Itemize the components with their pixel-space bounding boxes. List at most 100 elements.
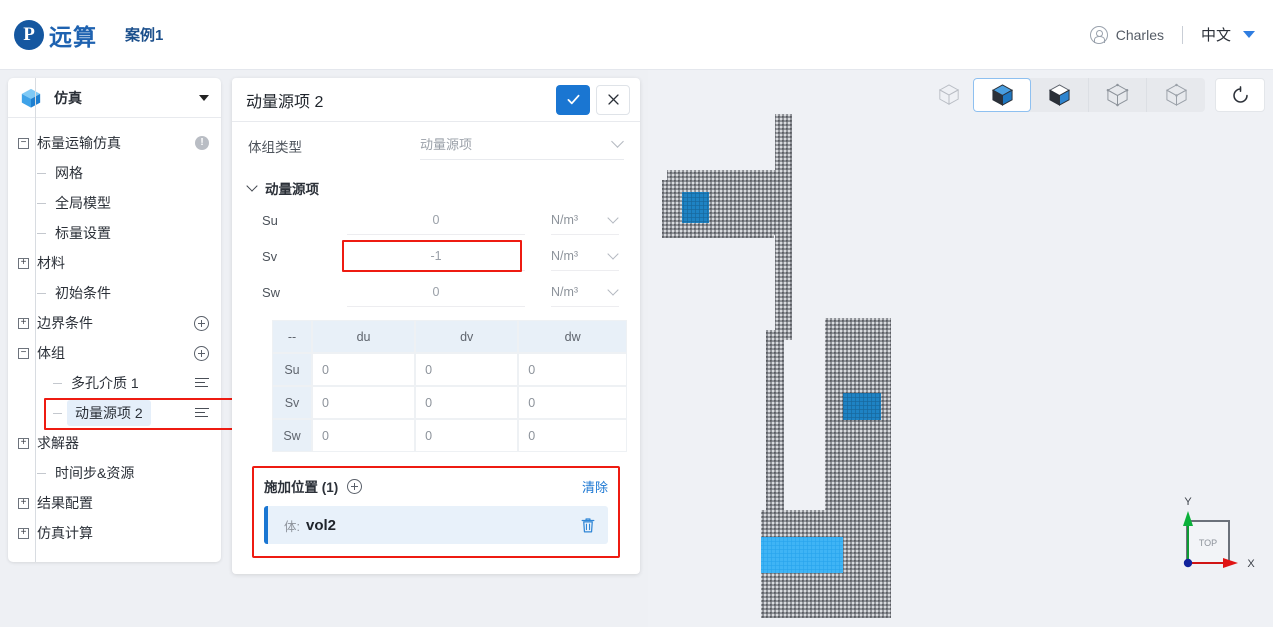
- table-header-row: -- du dv dw: [272, 320, 627, 353]
- group-title-label: 动量源项: [265, 182, 319, 197]
- sidebar-item-8[interactable]: 多孔介质 1: [8, 368, 221, 398]
- half-shaded-cube-icon[interactable]: [1031, 78, 1089, 112]
- sidebar-item-label: 标量运输仿真: [37, 135, 121, 151]
- sidebar-item-6[interactable]: + 边界条件: [8, 308, 221, 338]
- expand-icon[interactable]: +: [18, 527, 29, 539]
- sidebar-item-7[interactable]: − 体组: [8, 338, 221, 368]
- collapse-icon[interactable]: −: [18, 347, 29, 359]
- solid-shaded-cube-icon[interactable]: [973, 78, 1031, 112]
- sv-unit-select[interactable]: N/m³: [551, 241, 619, 271]
- sidebar-item-11[interactable]: 时间步&资源: [8, 458, 221, 488]
- field-label: Su: [262, 212, 278, 228]
- panel-title: 动量源项 2: [246, 93, 324, 111]
- sw-unit-select[interactable]: N/m³: [551, 277, 619, 307]
- close-button[interactable]: [596, 84, 630, 115]
- plus-circle-icon[interactable]: [194, 345, 209, 361]
- model-viewport[interactable]: TOP Y X: [648, 70, 1273, 627]
- expand-icon[interactable]: +: [18, 497, 29, 509]
- sidebar-item-action[interactable]: !: [195, 136, 209, 150]
- sidebar-item-action[interactable]: [195, 377, 209, 389]
- sidebar-item-10[interactable]: + 求解器: [8, 428, 221, 458]
- list-icon[interactable]: [195, 377, 209, 389]
- sidebar-item-label: 边界条件: [37, 315, 93, 331]
- su-unit-select[interactable]: N/m³: [551, 205, 619, 235]
- list-item[interactable]: 体: vol2: [264, 506, 608, 544]
- su-input[interactable]: 0: [347, 205, 525, 235]
- tree-branch-stub-icon[interactable]: [36, 228, 47, 239]
- unit-label: N/m³: [551, 212, 579, 227]
- trash-icon[interactable]: [580, 517, 596, 534]
- list-icon[interactable]: [195, 407, 209, 419]
- matrix-cell-su-dv[interactable]: 0: [415, 353, 519, 386]
- tree-branch-stub-icon[interactable]: [36, 198, 47, 209]
- sidebar-item-action[interactable]: [194, 315, 209, 331]
- axis-triad-widget[interactable]: TOP Y X: [1159, 491, 1259, 591]
- sidebar-item-action[interactable]: [194, 345, 209, 361]
- sidebar-item-9[interactable]: 动量源项 2: [8, 398, 221, 428]
- sidebar-header[interactable]: 仿真: [8, 78, 221, 118]
- source-field-row-sv: Sv -1 N/m³: [248, 238, 624, 274]
- sidebar-item-label: 仿真计算: [37, 525, 93, 541]
- sw-input[interactable]: 0: [347, 277, 525, 307]
- source-fields: Su 0 N/m³ Sv -1 N/m³ Sw 0 N/m³: [248, 202, 624, 310]
- apply-item-name: vol2: [305, 516, 336, 534]
- matrix-cell-sw-du[interactable]: 0: [312, 419, 416, 452]
- tree-branch-stub-icon[interactable]: [36, 168, 47, 179]
- app-root: 远算 案例1 Charles 中文 仿真 −标量运输仿真!网格全局模型标量设置: [0, 0, 1273, 627]
- sidebar-item-5[interactable]: 初始条件: [8, 278, 221, 308]
- reload-icon[interactable]: [1215, 78, 1265, 112]
- panel-actions: [556, 84, 630, 115]
- matrix-cell-sw-dv[interactable]: 0: [415, 419, 519, 452]
- body-type-select[interactable]: 动量源项: [420, 134, 624, 160]
- field-label: Sw: [262, 284, 281, 300]
- sidebar-item-12[interactable]: + 结果配置: [8, 488, 221, 518]
- sidebar-item-4[interactable]: + 材料: [8, 248, 221, 278]
- sidebar-item-label: 多孔介质 1: [71, 375, 139, 391]
- matrix-cell-sw-dw[interactable]: 0: [518, 419, 627, 452]
- matrix-cell-su-du[interactable]: 0: [312, 353, 416, 386]
- sidebar-item-action[interactable]: [195, 407, 209, 419]
- matrix-cell-sv-dw[interactable]: 0: [518, 386, 627, 419]
- warning-icon: !: [195, 136, 209, 150]
- tree-branch-stub-icon[interactable]: [36, 288, 47, 299]
- matrix-cell-su-dw[interactable]: 0: [518, 353, 627, 386]
- momentum-source-group-header[interactable]: 动量源项: [246, 178, 624, 198]
- language-label[interactable]: 中文: [1201, 24, 1231, 45]
- sidebar-item-label: 求解器: [37, 435, 79, 451]
- sidebar-item-0[interactable]: − 标量运输仿真!: [8, 128, 221, 158]
- outline-cube-icon[interactable]: [1089, 78, 1147, 112]
- tree-branch-stub-icon[interactable]: [36, 468, 47, 479]
- chevron-down-icon[interactable]: [1243, 31, 1255, 38]
- expand-icon[interactable]: +: [18, 317, 29, 329]
- wireframe-cube-icon[interactable]: [925, 78, 973, 112]
- chevron-down-icon: [246, 180, 258, 192]
- user-menu[interactable]: Charles: [1089, 25, 1164, 44]
- sidebar-item-label: 初始条件: [55, 285, 111, 301]
- body-type-value: 动量源项: [420, 137, 473, 152]
- plus-circle-icon[interactable]: [194, 315, 209, 331]
- matrix-cell-sv-du[interactable]: 0: [312, 386, 416, 419]
- sidebar-item-1[interactable]: 网格: [8, 158, 221, 188]
- sv-input[interactable]: -1: [347, 241, 525, 271]
- table-row: Su 0 0 0: [272, 353, 627, 386]
- expand-icon[interactable]: +: [18, 437, 29, 449]
- user-avatar-icon: [1089, 25, 1108, 44]
- collapse-icon[interactable]: −: [18, 137, 29, 149]
- transparent-cube-icon[interactable]: [1147, 78, 1205, 112]
- plus-circle-icon[interactable]: [347, 478, 363, 494]
- tree-branch-stub-icon[interactable]: [52, 378, 63, 389]
- tree-branch-stub-icon[interactable]: [52, 408, 63, 419]
- caret-down-icon[interactable]: [199, 94, 209, 101]
- sidebar-item-3[interactable]: 标量设置: [8, 218, 221, 248]
- triad-x-label: X: [1247, 558, 1255, 570]
- expand-icon[interactable]: +: [18, 257, 29, 269]
- clear-button[interactable]: 清除: [582, 477, 608, 496]
- unit-label: N/m³: [551, 284, 579, 299]
- brand-logo[interactable]: 远算: [14, 18, 97, 52]
- confirm-button[interactable]: [556, 84, 590, 115]
- sidebar-item-13[interactable]: + 仿真计算: [8, 518, 221, 548]
- sidebar-item-2[interactable]: 全局模型: [8, 188, 221, 218]
- row-header-Sv: Sv: [272, 386, 312, 419]
- view-mode-toolbar: [925, 78, 1265, 112]
- matrix-cell-sv-dv[interactable]: 0: [415, 386, 519, 419]
